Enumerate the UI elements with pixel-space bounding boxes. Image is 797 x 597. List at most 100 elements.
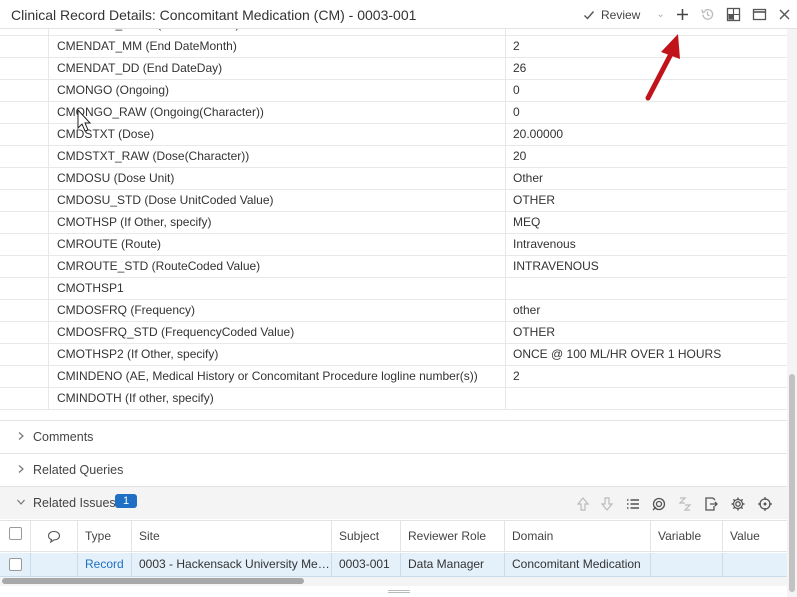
- row-comment-cell[interactable]: [31, 553, 78, 576]
- field-value-cell: INTRAVENOUS: [513, 259, 599, 273]
- field-name-cell: CMINDENO (AE, Medical History or Concomi…: [49, 366, 506, 387]
- field-value-cell: 20.00000: [513, 127, 564, 141]
- field-row[interactable]: CMROUTE_STD (RouteCoded Value) INTRAVENOU…: [0, 256, 787, 278]
- field-row[interactable]: CMROUTE (Route) Intravenous: [0, 234, 787, 256]
- layout-icon: [726, 7, 741, 22]
- field-name-cell: CMROUTE_STD (RouteCoded Value): [49, 256, 506, 277]
- field-row[interactable]: CMDOSU_STD (Dose UnitCoded Value) OTHER: [0, 190, 787, 212]
- variable-column-header[interactable]: Variable: [651, 521, 723, 552]
- close-button[interactable]: [776, 6, 793, 23]
- spiral-link-icon: [652, 497, 666, 511]
- field-value-cell: ONCE @ 100 ML/HR OVER 1 HOURS: [513, 347, 722, 361]
- field-row[interactable]: CMINDENO (AE, Medical History or Concomi…: [0, 366, 787, 388]
- maximize-button[interactable]: [751, 6, 768, 23]
- site-cell: 0003 - Hackensack University Medical Cen…: [132, 553, 332, 576]
- export-file-icon: [705, 497, 718, 511]
- maximize-icon: [752, 8, 767, 21]
- type-column-header[interactable]: Type: [78, 521, 132, 552]
- layout-button[interactable]: [725, 6, 742, 23]
- value-column-header[interactable]: Value: [723, 521, 787, 552]
- select-all-checkbox[interactable]: [9, 527, 22, 540]
- domain-cell: Concomitant Medication: [505, 553, 651, 576]
- chevron-down-icon: [17, 499, 25, 505]
- related-issues-section-label: Related Issues: [33, 496, 116, 510]
- field-value-cell: 2: [513, 39, 520, 53]
- comment-column-header[interactable]: [31, 521, 78, 552]
- field-name-cell: CMROUTE (Route): [49, 234, 506, 255]
- subject-cell: 0003-001: [332, 553, 401, 576]
- field-row[interactable]: CMINDOTH (If other, specify): [0, 388, 787, 410]
- gear-icon: [731, 497, 745, 511]
- related-issues-count-badge: 1: [115, 494, 137, 508]
- field-row[interactable]: CMOTHSP2 (If Other, specify) ONCE @ 100 M…: [0, 344, 787, 366]
- row-gutter: [0, 344, 49, 365]
- list-view-button[interactable]: [624, 495, 642, 513]
- field-value-cell: Intravenous: [513, 237, 576, 251]
- field-row[interactable]: CMDSTXT_RAW (Dose(Character)) 20: [0, 146, 787, 168]
- horizontal-scrollbar-thumb[interactable]: [2, 578, 304, 584]
- field-row[interactable]: CMENDAT_YYYY (End DateYear)2019: [0, 29, 787, 36]
- site-column-header[interactable]: Site: [132, 521, 332, 552]
- link-button[interactable]: [650, 495, 668, 513]
- window-title: Clinical Record Details: Concomitant Med…: [11, 7, 417, 23]
- record-type-link[interactable]: Record: [78, 553, 132, 576]
- field-row[interactable]: CMDOSFRQ_STD (FrequencyCoded Value) OTHER: [0, 322, 787, 344]
- issues-table-header: Type Site Subject Reviewer Role Domain V…: [0, 520, 787, 552]
- review-dropdown-chevron-icon[interactable]: ⌄: [656, 9, 664, 20]
- field-row[interactable]: CMOTHSP (If Other, specify) MEQ: [0, 212, 787, 234]
- row-gutter: [0, 124, 49, 145]
- add-button[interactable]: [674, 6, 691, 23]
- review-button[interactable]: Review ⌄: [583, 5, 665, 24]
- field-row[interactable]: CMONGO (Ongoing) 0: [0, 80, 787, 102]
- field-value-cell: 20: [513, 149, 527, 163]
- field-name-cell: CMDSTXT (Dose): [49, 124, 506, 145]
- field-row[interactable]: CMONGO_RAW (Ongoing(Character)) 0: [0, 102, 787, 124]
- field-name-cell: CMDOSU (Dose Unit): [49, 168, 506, 189]
- locate-button[interactable]: [756, 495, 774, 513]
- check-icon: [584, 10, 595, 20]
- row-gutter: [0, 58, 49, 79]
- sort-button[interactable]: [676, 495, 694, 513]
- resize-grip-handle[interactable]: [388, 590, 410, 593]
- row-gutter: [0, 80, 49, 101]
- move-up-button[interactable]: [574, 495, 592, 513]
- row-gutter: [0, 212, 49, 233]
- row-gutter: [0, 366, 49, 387]
- field-value-cell: 2: [513, 369, 520, 383]
- field-row[interactable]: CMOTHSP1: [0, 278, 787, 300]
- table-row[interactable]: Record 0003 - Hackensack University Medi…: [0, 553, 787, 577]
- field-value-cell: 2019: [506, 29, 787, 35]
- chevron-right-icon: [18, 465, 24, 473]
- row-gutter: [0, 168, 49, 189]
- arrow-up-icon: [576, 497, 590, 511]
- field-row[interactable]: CMDOSU (Dose Unit) Other: [0, 168, 787, 190]
- vertical-scrollbar[interactable]: [787, 29, 797, 597]
- row-gutter: [0, 300, 49, 321]
- field-name-cell: CMDOSU_STD (Dose UnitCoded Value): [49, 190, 506, 211]
- comments-section-header[interactable]: Comments: [0, 420, 787, 453]
- vertical-scrollbar-thumb[interactable]: [789, 374, 795, 592]
- related-issues-section-header[interactable]: Related Issues 1: [0, 486, 787, 519]
- related-queries-section-label: Related Queries: [33, 463, 124, 477]
- export-button[interactable]: [702, 495, 720, 513]
- subject-column-header[interactable]: Subject: [332, 521, 401, 552]
- field-row[interactable]: CMDSTXT (Dose) 20.00000: [0, 124, 787, 146]
- field-value-cell: other: [513, 303, 541, 317]
- field-row[interactable]: CMENDAT_MM (End DateMonth) 2: [0, 36, 787, 58]
- move-down-button[interactable]: [598, 495, 616, 513]
- domain-column-header[interactable]: Domain: [505, 521, 651, 552]
- settings-button[interactable]: [729, 495, 747, 513]
- reviewer-role-column-header[interactable]: Reviewer Role: [401, 521, 505, 552]
- field-name-cell: CMENDAT_DD (End DateDay): [49, 58, 506, 79]
- related-queries-section-header[interactable]: Related Queries: [0, 453, 787, 486]
- horizontal-scrollbar[interactable]: [0, 577, 787, 586]
- chevron-right-icon: [18, 432, 24, 440]
- plus-icon: [677, 9, 688, 20]
- row-checkbox[interactable]: [9, 558, 22, 571]
- window-titlebar: Clinical Record Details: Concomitant Med…: [0, 0, 797, 29]
- field-row[interactable]: CMDOSFRQ (Frequency) other: [0, 300, 787, 322]
- history-button[interactable]: [699, 6, 716, 23]
- select-all-cell: [0, 521, 31, 552]
- field-row[interactable]: CMENDAT_DD (End DateDay) 26: [0, 58, 787, 80]
- row-gutter: [0, 146, 49, 167]
